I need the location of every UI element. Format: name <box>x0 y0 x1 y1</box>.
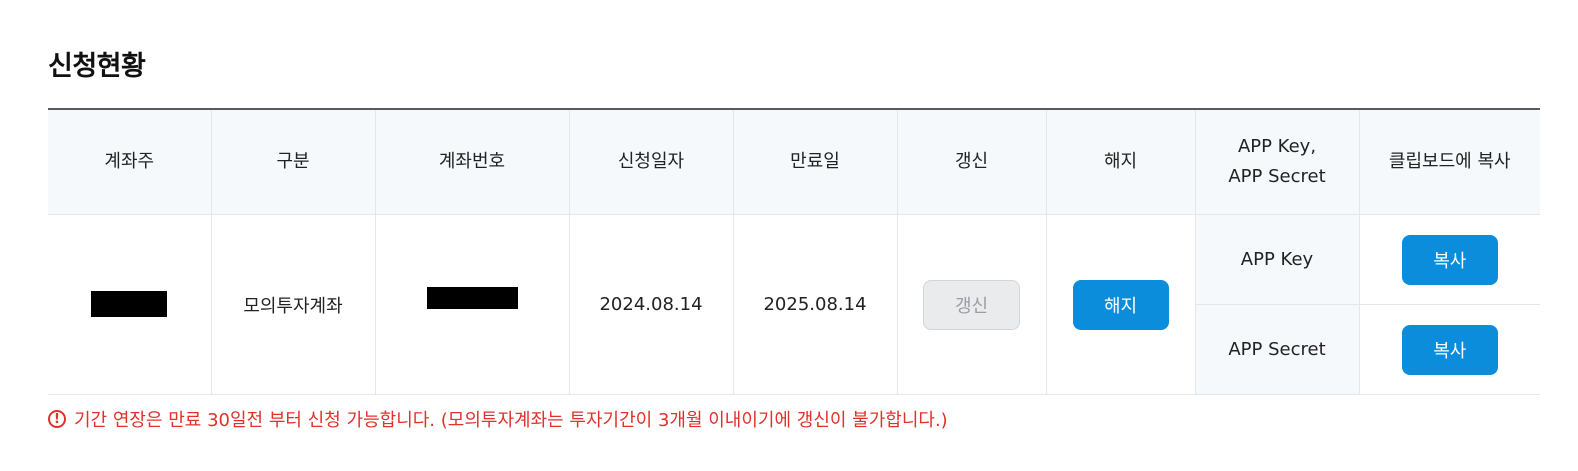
copy-app-secret-button[interactable]: 복사 <box>1401 324 1498 375</box>
table-row: 모의투자계좌 2024.08.14 2025.08.14 갱신 해지 APP K… <box>48 214 1540 395</box>
notice-text: 기간 연장은 만료 30일전 부터 신청 가능합니다. (모의투자계좌는 투자기… <box>74 410 948 431</box>
apply-date-cell: 2024.08.14 <box>568 214 734 395</box>
header-renew: 갱신 <box>896 109 1047 215</box>
renew-cell: 갱신 <box>896 214 1047 395</box>
cancel-button[interactable]: 해지 <box>1072 279 1169 330</box>
header-cancel: 해지 <box>1045 109 1196 215</box>
expiry-date-cell: 2025.08.14 <box>732 214 898 395</box>
copy-app-key-cell: 복사 <box>1358 214 1540 305</box>
table-header-row: 계좌주 구분 계좌번호 신청일자 만료일 갱신 해지 APP Key, APP … <box>48 109 1540 215</box>
header-holder: 계좌주 <box>48 109 212 215</box>
type-cell: 모의투자계좌 <box>210 214 376 395</box>
status-table: 계좌주 구분 계좌번호 신청일자 만료일 갱신 해지 APP Key, APP … <box>48 108 1540 395</box>
renew-button[interactable]: 갱신 <box>923 279 1020 330</box>
header-app-key: APP Key, APP Secret <box>1194 109 1360 215</box>
header-app-key-line1: APP Key, <box>1237 136 1317 157</box>
redacted-account-no <box>426 287 518 309</box>
header-type: 구분 <box>210 109 376 215</box>
header-expiry-date: 만료일 <box>732 109 898 215</box>
header-apply-date: 신청일자 <box>568 109 734 215</box>
copy-app-key-button[interactable]: 복사 <box>1401 234 1498 285</box>
header-clipboard: 클립보드에 복사 <box>1358 109 1540 215</box>
alert-circle-icon: ! <box>48 410 66 428</box>
app-secret-label: APP Secret <box>1194 304 1360 395</box>
holder-cell <box>48 214 212 395</box>
header-account-no: 계좌번호 <box>374 109 570 215</box>
copy-app-secret-cell: 복사 <box>1358 304 1540 395</box>
cancel-cell: 해지 <box>1045 214 1196 395</box>
section-title: 신청현황 <box>48 51 146 82</box>
app-key-label: APP Key <box>1194 214 1360 305</box>
renewal-notice: ! 기간 연장은 만료 30일전 부터 신청 가능합니다. (모의투자계좌는 투… <box>48 406 948 432</box>
header-app-key-line2: APP Secret <box>1228 166 1326 187</box>
redacted-holder <box>91 291 168 317</box>
account-no-cell <box>374 214 570 395</box>
